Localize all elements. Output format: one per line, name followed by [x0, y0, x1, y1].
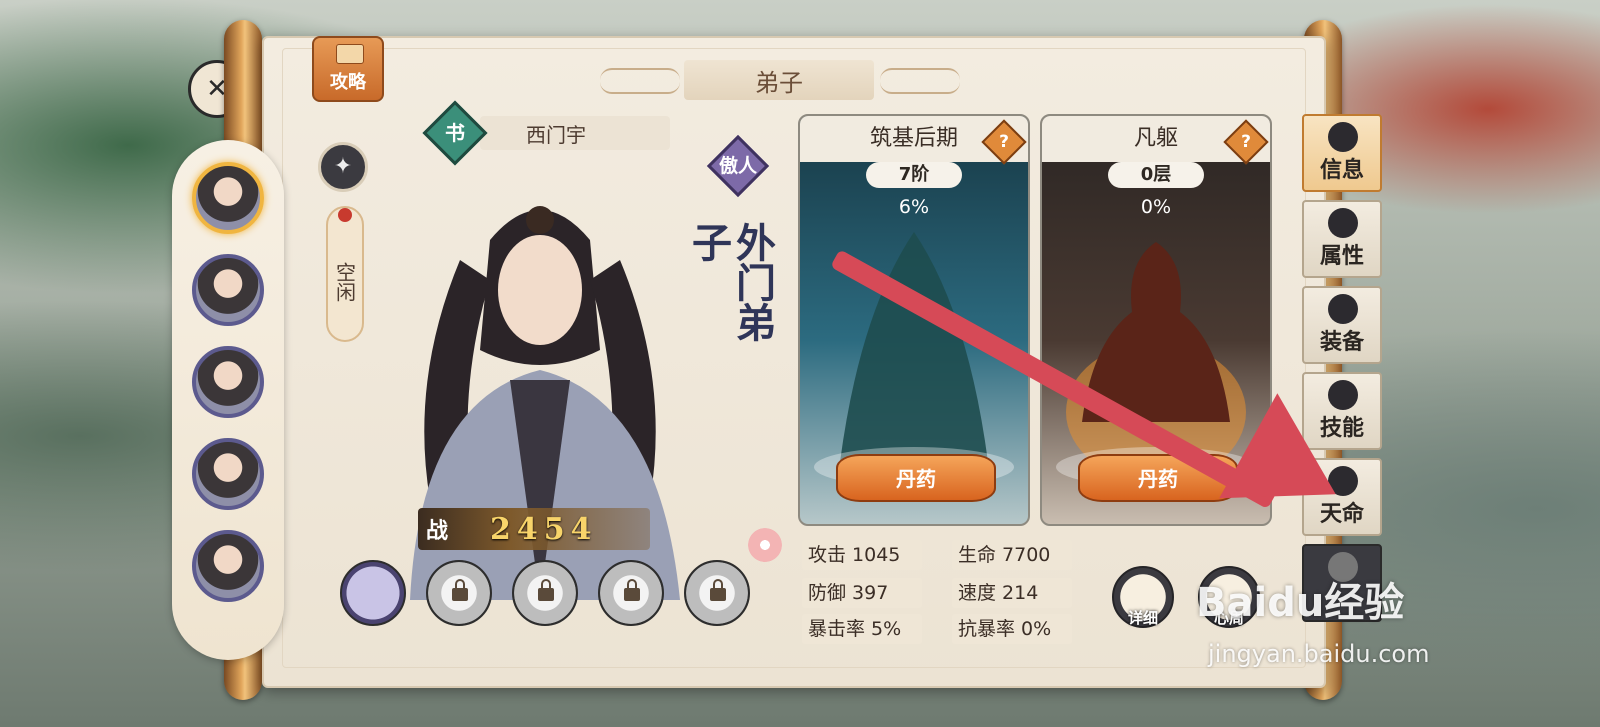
realm-progress: 6%: [898, 196, 930, 218]
stat-value: 1045: [852, 544, 901, 566]
lock-icon: [710, 579, 726, 601]
stat-value: 397: [852, 582, 889, 604]
tab-label: 装备: [1319, 330, 1364, 355]
stat-value: 5%: [871, 618, 902, 640]
disciple-avatar-selected[interactable]: [192, 162, 264, 234]
pill-button[interactable]: 丹药: [836, 454, 996, 502]
book-icon: [1328, 122, 1358, 152]
stat-label: 速度: [958, 582, 997, 604]
stat-label: 生命: [958, 544, 997, 566]
stat-label: 暴击率: [808, 618, 866, 640]
rank-title: 外门弟子: [685, 222, 776, 342]
watermark-url: jingyan.baidu.com: [1208, 640, 1430, 668]
guide-button[interactable]: 攻略: [312, 36, 384, 102]
disciple-avatar[interactable]: [192, 438, 264, 510]
page-title: 弟子: [684, 60, 874, 100]
stat-crit: 暴击率 5%: [802, 614, 922, 644]
tab-label: 属性: [1319, 244, 1364, 269]
combat-power-label: 战: [426, 518, 449, 544]
disciple-name[interactable]: 西门宇: [480, 116, 670, 150]
stat-label: 防御: [808, 582, 847, 604]
armor-icon: [1328, 294, 1358, 324]
stat-value: 7700: [1002, 544, 1051, 566]
realm-level: 0层: [1108, 162, 1204, 188]
detail-button[interactable]: 详细: [1112, 566, 1174, 628]
disciple-avatar[interactable]: [192, 254, 264, 326]
stat-label: 攻击: [808, 544, 847, 566]
help-glyph: ?: [1241, 132, 1251, 152]
skill-slot-locked[interactable]: [512, 560, 578, 626]
tab-equipment[interactable]: 装备: [1302, 286, 1382, 364]
watermark-logo: Baidu经验: [1196, 580, 1405, 626]
stat-crit-resist: 抗暴率 0%: [952, 614, 1072, 644]
stat-value: 214: [1002, 582, 1039, 604]
scroll-icon: [1328, 380, 1358, 410]
person-icon: [1328, 208, 1358, 238]
lock-icon: [624, 579, 640, 601]
stat-attack: 攻击 1045: [802, 540, 922, 570]
combat-power-value: 2454: [490, 511, 598, 547]
stat-label: 抗暴率: [958, 618, 1016, 640]
skill-slot-locked[interactable]: [684, 560, 750, 626]
realm-progress: 0%: [1140, 196, 1172, 218]
stat-speed: 速度 214: [952, 578, 1072, 608]
disciple-list: [172, 140, 284, 660]
detail-label: 详细: [1127, 609, 1158, 627]
tab-attributes[interactable]: 属性: [1302, 200, 1382, 278]
lock-icon: [452, 579, 468, 601]
combat-power-bar: 战 2454: [418, 508, 650, 550]
skill-slot-locked[interactable]: [426, 560, 492, 626]
stat-defense: 防御 397: [802, 578, 922, 608]
flower-icon[interactable]: [748, 528, 782, 562]
realm-level: 7阶: [866, 162, 962, 188]
tab-info[interactable]: 信息: [1302, 114, 1382, 192]
stat-value: 0%: [1021, 618, 1052, 640]
lock-icon: [538, 579, 554, 601]
guide-label: 攻略: [330, 72, 366, 93]
disciple-avatar[interactable]: [192, 346, 264, 418]
cultivation-realm-card: 筑基后期 ? 7阶 6% 丹药: [798, 114, 1030, 526]
title-ornament-right: [880, 68, 960, 94]
stat-hp: 生命 7700: [952, 540, 1072, 570]
scroll-icon: [336, 44, 364, 64]
help-glyph: ?: [999, 132, 1009, 152]
disciple-name-text: 西门宇: [526, 122, 586, 147]
skill-slot-book[interactable]: [340, 560, 406, 626]
tab-label: 信息: [1319, 158, 1364, 183]
skill-slot-locked[interactable]: [598, 560, 664, 626]
book-badge-text: 书: [445, 121, 465, 145]
disciple-avatar[interactable]: [192, 530, 264, 602]
title-ornament-left: [600, 68, 680, 94]
